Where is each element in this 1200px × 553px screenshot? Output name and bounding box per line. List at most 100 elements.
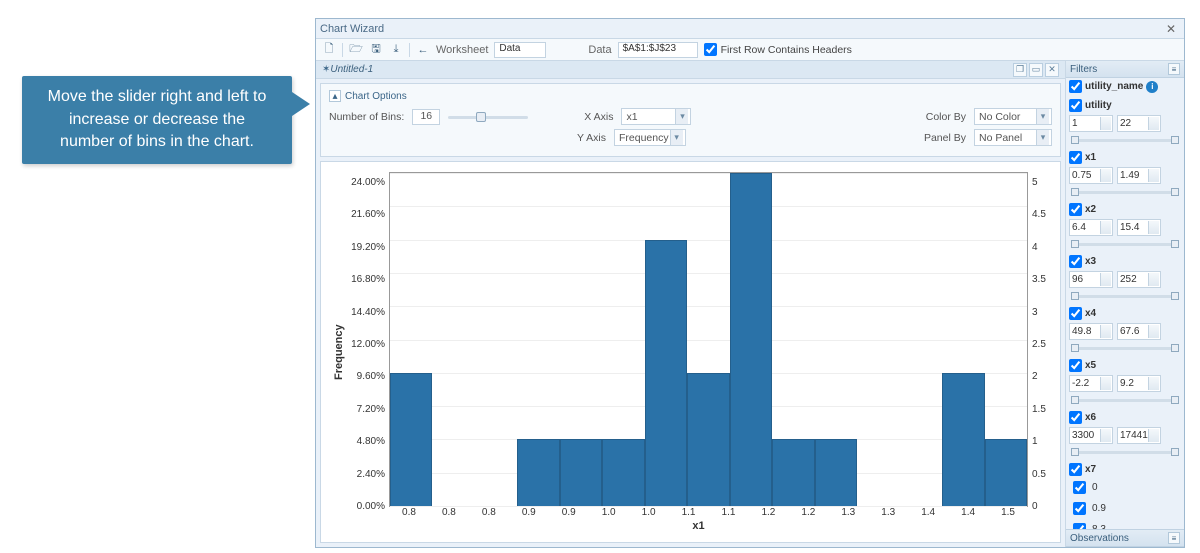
chart-canvas: Frequency 24.00%21.60%19.20%16.80%14.40%… [320, 161, 1061, 543]
callout-text: Move the slider right and left to increa… [40, 86, 274, 153]
filter-x5: x5-2.2▲▼9.2▲▼ [1069, 359, 1181, 405]
tab-restore-icon[interactable]: ❐ [1013, 63, 1027, 77]
bins-slider[interactable] [448, 110, 528, 124]
chart-options-legend: Chart Options [345, 91, 407, 102]
document-tab-bar: ✶ Untitled-1 ❐ ▭ ✕ [316, 61, 1065, 79]
filter-x6-slider[interactable] [1071, 447, 1179, 457]
histogram-bar[interactable] [390, 373, 432, 506]
worksheet-value[interactable]: Data [494, 42, 546, 58]
filter-x3-min[interactable]: 96▲▼ [1069, 271, 1113, 288]
export-icon[interactable]: ⤓ [389, 43, 403, 57]
bar-slot [985, 173, 1027, 506]
filter-x6-max[interactable]: 17441▲▼ [1117, 427, 1161, 444]
filter-x4-check[interactable] [1069, 307, 1082, 320]
bar-slot [645, 173, 687, 506]
filter-x7-check[interactable] [1069, 463, 1082, 476]
colorby-label: Color By [926, 111, 966, 123]
filter-x5-min[interactable]: -2.2▲▼ [1069, 375, 1113, 392]
filter-x1-slider[interactable] [1071, 187, 1179, 197]
filter-x7-value[interactable]: 8.3 [1069, 520, 1181, 529]
xaxis-select[interactable]: x1 [621, 108, 691, 125]
filter-x3-slider[interactable] [1071, 291, 1179, 301]
back-arrow-icon[interactable]: ← [416, 43, 430, 57]
filter-x2-check[interactable] [1069, 203, 1082, 216]
x-axis-label: x1 [347, 518, 1050, 532]
bar-slot [390, 173, 432, 506]
histogram-bar[interactable] [517, 439, 559, 506]
plot-region [389, 172, 1028, 507]
save-icon[interactable]: 🖫 [369, 43, 383, 57]
observations-collapse-icon[interactable]: ≡ [1168, 532, 1180, 544]
filter-x6: x63300▲▼17441▲▼ [1069, 411, 1181, 457]
filter-utility-min[interactable]: 1▲▼ [1069, 115, 1113, 132]
chart-main-column: ✶ Untitled-1 ❐ ▭ ✕ ▴ Chart Options Numbe… [316, 61, 1066, 547]
filter-x2: x26.4▲▼15.4▲▼ [1069, 203, 1181, 249]
filter-x2-min[interactable]: 6.4▲▼ [1069, 219, 1113, 236]
tab-maximize-icon[interactable]: ▭ [1029, 63, 1043, 77]
filter-x5-max[interactable]: 9.2▲▼ [1117, 375, 1161, 392]
y-axis-label: Frequency [331, 172, 347, 532]
filter-x4-slider[interactable] [1071, 343, 1179, 353]
histogram-bar[interactable] [772, 439, 814, 506]
tab-name[interactable]: Untitled-1 [330, 64, 373, 75]
filter-x7-value[interactable]: 0 [1069, 478, 1181, 497]
bar-slot [942, 173, 984, 506]
bins-input[interactable]: 16 [412, 109, 440, 125]
filter-utility-check[interactable] [1069, 99, 1082, 112]
histogram-bar[interactable] [645, 240, 687, 506]
new-file-icon[interactable]: 🗋 [322, 43, 336, 57]
filter-x2-slider[interactable] [1071, 239, 1179, 249]
filter-x1: x10.75▲▼1.49▲▼ [1069, 151, 1181, 197]
bar-slot [857, 173, 899, 506]
bar-slot [900, 173, 942, 506]
filter-x4-min[interactable]: 49.8▲▼ [1069, 323, 1113, 340]
histogram-bar[interactable] [815, 439, 857, 506]
yaxis-select[interactable]: Frequency [614, 129, 686, 146]
bar-slot [815, 173, 857, 506]
filter-x6-check[interactable] [1069, 411, 1082, 424]
histogram-bar[interactable] [687, 373, 729, 506]
filter-x2-max[interactable]: 15.4▲▼ [1117, 219, 1161, 236]
bar-slot [772, 173, 814, 506]
filter-utility-slider[interactable] [1071, 135, 1179, 145]
x-axis-ticks: 0.80.80.80.90.91.01.01.11.11.21.21.31.31… [347, 507, 1050, 518]
bar-slot [602, 173, 644, 506]
y-axis-ticks-left: 24.00%21.60%19.20%16.80%14.40%12.00%9.60… [347, 172, 389, 507]
filter-x7-value[interactable]: 0.9 [1069, 499, 1181, 518]
filter-utility-max[interactable]: 22▲▼ [1117, 115, 1161, 132]
histogram-bar[interactable] [985, 439, 1027, 506]
histogram-bar[interactable] [560, 439, 602, 506]
filter-x4-max[interactable]: 67.6▲▼ [1117, 323, 1161, 340]
filters-collapse-icon[interactable]: ≡ [1168, 63, 1180, 75]
filters-panel: Filters ≡ utility_name i utility1▲▼22▲▼x… [1066, 61, 1184, 547]
data-label: Data [588, 44, 611, 56]
filter-x3-check[interactable] [1069, 255, 1082, 268]
headers-checkbox[interactable]: First Row Contains Headers [704, 43, 852, 56]
observations-header[interactable]: Observations ≡ [1066, 529, 1184, 547]
main-toolbar: 🗋 🗁 🖫 ⤓ ← Worksheet Data Data $A$1:$J$23… [316, 39, 1184, 61]
data-range-input[interactable]: $A$1:$J$23 [618, 42, 698, 58]
filter-utilityname-check[interactable] [1069, 80, 1082, 93]
filter-x6-min[interactable]: 3300▲▼ [1069, 427, 1113, 444]
colorby-select[interactable]: No Color [974, 108, 1052, 125]
close-icon[interactable]: ✕ [1162, 22, 1180, 36]
tab-close-icon[interactable]: ✕ [1045, 63, 1059, 77]
info-icon[interactable]: i [1146, 81, 1158, 93]
filter-x3-max[interactable]: 252▲▼ [1117, 271, 1161, 288]
bar-slot [432, 173, 474, 506]
open-folder-icon[interactable]: 🗁 [349, 43, 363, 57]
histogram-bar[interactable] [602, 439, 644, 506]
filter-x5-slider[interactable] [1071, 395, 1179, 405]
options-collapse-icon[interactable]: ▴ [329, 90, 341, 102]
filter-x1-max[interactable]: 1.49▲▼ [1117, 167, 1161, 184]
panelby-select[interactable]: No Panel [974, 129, 1052, 146]
histogram-bar[interactable] [730, 173, 772, 506]
bins-label: Number of Bins: [329, 111, 404, 123]
headers-checkbox-input[interactable] [704, 43, 717, 56]
bar-slot [560, 173, 602, 506]
filter-x1-check[interactable] [1069, 151, 1082, 164]
filter-x1-min[interactable]: 0.75▲▼ [1069, 167, 1113, 184]
filter-x5-check[interactable] [1069, 359, 1082, 372]
bar-slot [687, 173, 729, 506]
histogram-bar[interactable] [942, 373, 984, 506]
